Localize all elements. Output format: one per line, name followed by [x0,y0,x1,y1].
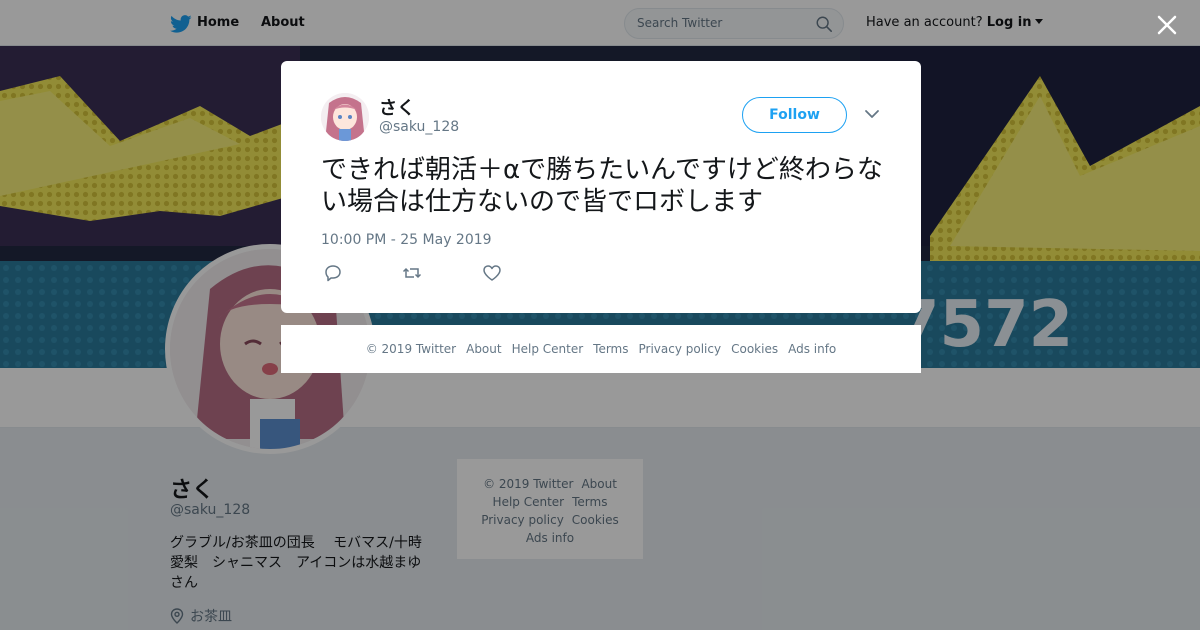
footer-ads-info[interactable]: Ads info [788,342,836,356]
tweet-modal: さく @saku_128 Follow できれば朝活＋αで勝ちたいんですけど終わ… [281,61,921,313]
footer-cookies[interactable]: Cookies [731,342,778,356]
tweet-timestamp[interactable]: 10:00 PM - 25 May 2019 [321,232,492,248]
tweet-avatar-illustration [321,93,369,141]
follow-button[interactable]: Follow [742,97,847,133]
tweet-author-name[interactable]: さく [379,94,415,120]
retweet-icon[interactable] [402,264,422,282]
chevron-down-icon[interactable] [864,108,880,120]
tweet-author-avatar[interactable] [321,93,369,141]
footer-help-center[interactable]: Help Center [512,342,584,356]
footer-terms[interactable]: Terms [593,342,628,356]
tweet-author-handle[interactable]: @saku_128 [379,119,459,135]
reply-icon[interactable] [323,264,343,282]
close-icon[interactable] [1156,14,1178,36]
footer-about[interactable]: About [466,342,501,356]
tweet-text: できれば朝活＋αで勝ちたいんですけど終わらない場合は仕方ないので皆でロボします [321,155,883,217]
like-icon[interactable] [482,264,502,282]
modal-footer: © 2019 Twitter About Help Center Terms Priva… [281,325,921,373]
footer-copyright: © 2019 Twitter [365,342,457,356]
footer-privacy-policy[interactable]: Privacy policy [639,342,722,356]
